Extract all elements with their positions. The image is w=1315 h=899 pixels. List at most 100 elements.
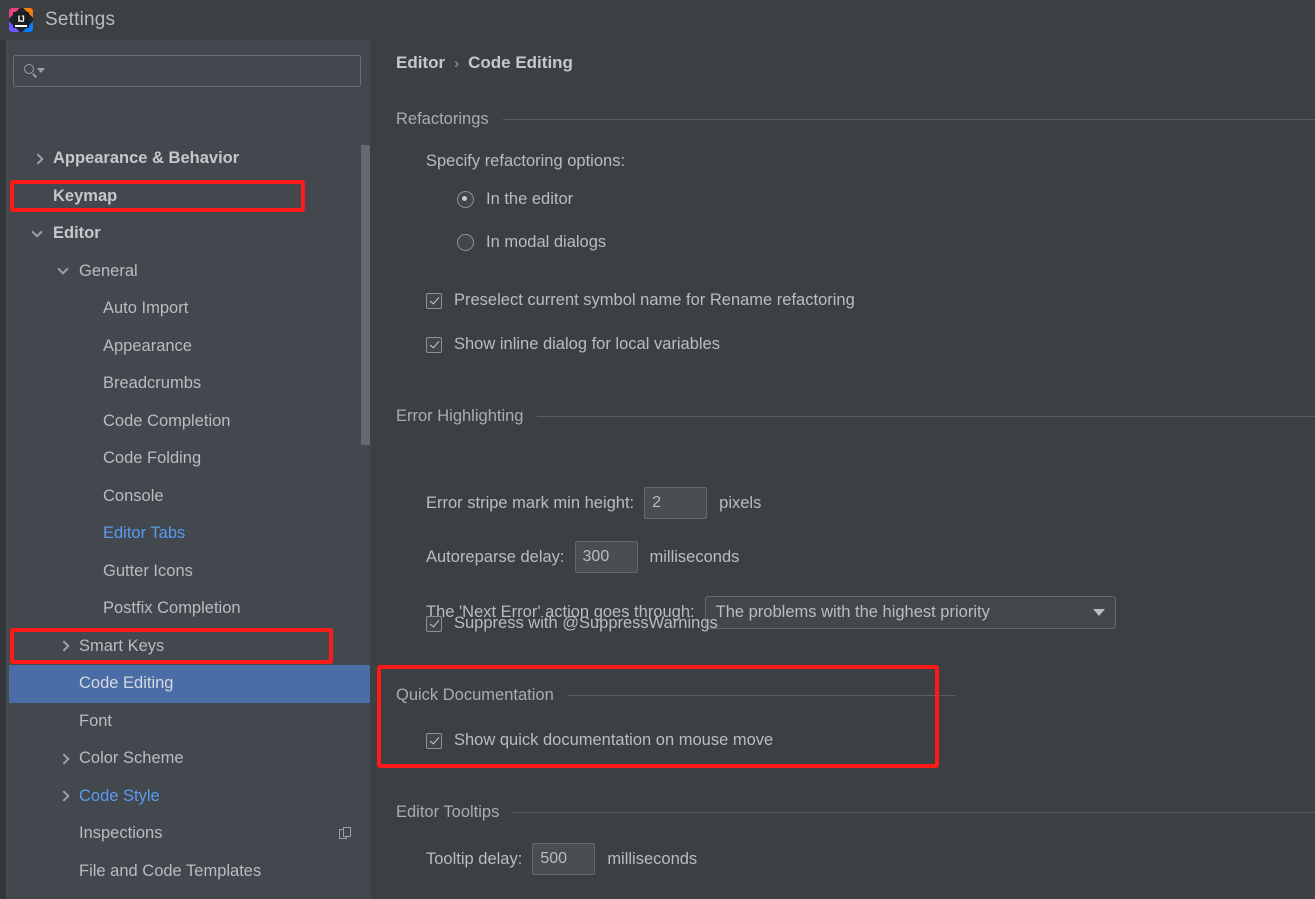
- radio-in-the-editor[interactable]: In the editor: [457, 190, 573, 209]
- sidebar-item-file-encodings[interactable]: File Encodings: [9, 890, 370, 899]
- sidebar-item-label: Font: [79, 711, 113, 730]
- sidebar-item-code-style[interactable]: Code Style: [9, 778, 370, 816]
- sidebar-item-auto-import[interactable]: Auto Import: [9, 290, 370, 328]
- field-label: Autoreparse delay:: [426, 547, 565, 566]
- sidebar-item-label: Color Scheme: [79, 749, 184, 768]
- sidebar-item-general[interactable]: General: [9, 253, 370, 291]
- sidebar-item-label: Keymap: [53, 186, 118, 205]
- chevron-down-icon[interactable]: [57, 264, 71, 278]
- section-title: Error Highlighting: [396, 407, 524, 425]
- sidebar-scrollbar-thumb[interactable]: [361, 145, 370, 445]
- section-title: Quick Documentation: [396, 686, 554, 704]
- checkbox-icon[interactable]: [426, 615, 442, 632]
- chevron-down-icon[interactable]: [1092, 609, 1105, 616]
- settings-tree: Appearance & Behavior Keymap Editor General…: [9, 140, 370, 899]
- field-unit: milliseconds: [649, 547, 740, 566]
- breadcrumb: Editor › Code Editing: [396, 53, 573, 73]
- sidebar-item-inspections[interactable]: Inspections: [9, 815, 370, 853]
- radio-button-icon[interactable]: [457, 191, 474, 208]
- sidebar-item-appearance[interactable]: Appearance: [9, 328, 370, 366]
- sidebar-item-appearance-behavior[interactable]: Appearance & Behavior: [9, 140, 370, 178]
- sidebar-item-smart-keys[interactable]: Smart Keys: [9, 628, 370, 666]
- autoreparse-delay-row: Autoreparse delay: milliseconds: [426, 541, 739, 573]
- chevron-right-icon[interactable]: [57, 752, 71, 766]
- sidebar-item-label: Code Folding: [103, 449, 202, 468]
- search-input[interactable]: [46, 63, 360, 79]
- chevron-right-icon[interactable]: [57, 639, 71, 653]
- sidebar-item-console[interactable]: Console: [9, 478, 370, 516]
- title-bar: IJ Settings: [0, 0, 1315, 40]
- autoreparse-delay-input[interactable]: [574, 541, 638, 573]
- sidebar-item-editor-tabs[interactable]: Editor Tabs: [9, 515, 370, 553]
- breadcrumb-parent[interactable]: Editor: [396, 53, 445, 73]
- checkbox-suppress-warnings[interactable]: Suppress with @SuppressWarnings: [426, 614, 718, 633]
- sidebar-item-label: Breadcrumbs: [103, 374, 202, 393]
- chevron-right-icon[interactable]: [31, 152, 45, 166]
- sidebar-item-label: Code Completion: [103, 411, 231, 430]
- checkbox-label: Show quick documentation on mouse move: [454, 731, 774, 749]
- section-header-error-highlighting: Error Highlighting: [396, 407, 1315, 426]
- checkbox-label: Show inline dialog for local variables: [454, 335, 720, 353]
- dropdown-value: The problems with the highest priority: [715, 603, 990, 621]
- section-header-editor-tooltips: Editor Tooltips: [396, 803, 1315, 822]
- sidebar-item-label: Editor Tabs: [103, 524, 186, 543]
- sidebar-item-gutter-icons[interactable]: Gutter Icons: [9, 553, 370, 591]
- chevron-right-icon[interactable]: [57, 789, 71, 803]
- error-stripe-min-height-row: Error stripe mark min height: pixels: [426, 487, 761, 519]
- sidebar-item-code-editing[interactable]: Code Editing: [9, 665, 370, 703]
- checkbox-label: Preselect current symbol name for Rename…: [454, 291, 855, 309]
- checkbox-icon[interactable]: [426, 292, 442, 309]
- radio-label: In modal dialogs: [486, 233, 607, 251]
- sidebar-item-label: Inspections: [79, 824, 163, 843]
- sidebar-item-keymap[interactable]: Keymap: [9, 178, 370, 216]
- breadcrumb-separator-icon: ›: [454, 54, 460, 72]
- sidebar-item-file-and-code-templates[interactable]: File and Code Templates: [9, 853, 370, 891]
- checkbox-show-inline-dialog[interactable]: Show inline dialog for local variables: [426, 335, 720, 354]
- checkbox-show-quick-documentation[interactable]: Show quick documentation on mouse move: [426, 731, 773, 750]
- field-label: Tooltip delay:: [426, 849, 523, 868]
- section-header-refactorings: Refactorings: [396, 110, 1315, 129]
- error-stripe-min-height-input[interactable]: [644, 487, 708, 519]
- sidebar-item-label: Editor: [53, 224, 101, 243]
- sidebar-item-code-completion[interactable]: Code Completion: [9, 403, 370, 441]
- section-rule: [502, 119, 1315, 120]
- sidebar-item-label: Postfix Completion: [103, 599, 241, 618]
- sidebar-item-font[interactable]: Font: [9, 703, 370, 741]
- next-error-dropdown[interactable]: The problems with the highest priority: [704, 596, 1116, 629]
- copy-icon[interactable]: [339, 826, 353, 841]
- tooltip-delay-row: Tooltip delay: milliseconds: [426, 843, 697, 875]
- tooltip-delay-input[interactable]: [532, 843, 596, 875]
- section-title: Refactorings: [396, 110, 489, 128]
- chevron-down-icon[interactable]: [31, 227, 45, 241]
- sidebar-item-postfix-completion[interactable]: Postfix Completion: [9, 590, 370, 628]
- radio-in-modal-dialogs[interactable]: In modal dialogs: [457, 233, 606, 252]
- sidebar-item-label: General: [79, 261, 138, 280]
- field-unit: pixels: [719, 493, 762, 512]
- radio-button-icon[interactable]: [457, 234, 474, 251]
- sidebar-item-code-folding[interactable]: Code Folding: [9, 440, 370, 478]
- checkbox-icon[interactable]: [426, 336, 442, 353]
- checkbox-icon[interactable]: [426, 732, 442, 749]
- sidebar-item-label: Code Style: [79, 786, 160, 805]
- sidebar-item-label: Appearance & Behavior: [53, 149, 240, 168]
- settings-sidebar: Appearance & Behavior Keymap Editor General…: [9, 40, 370, 899]
- settings-main-panel: Editor › Code Editing Refactorings Speci…: [370, 40, 1315, 899]
- sidebar-item-label: Code Editing: [79, 674, 174, 693]
- sidebar-item-label: File and Code Templates: [79, 861, 262, 880]
- search-field[interactable]: [13, 55, 361, 87]
- sidebar-item-label: Gutter Icons: [103, 561, 193, 580]
- sidebar-item-breadcrumbs[interactable]: Breadcrumbs: [9, 365, 370, 403]
- intellij-idea-logo-icon: IJ: [9, 8, 33, 32]
- window-title: Settings: [45, 9, 116, 30]
- label-text: Specify refactoring options:: [426, 152, 626, 170]
- sidebar-item-color-scheme[interactable]: Color Scheme: [9, 740, 370, 778]
- sidebar-item-label: Auto Import: [103, 299, 189, 318]
- sidebar-item-editor[interactable]: Editor: [9, 215, 370, 253]
- settings-window: IJ Settings Appearance & Behavior Keymap E…: [0, 0, 1315, 899]
- radio-label: In the editor: [486, 190, 574, 208]
- search-icon[interactable]: [24, 63, 46, 79]
- checkbox-preselect-symbol-name[interactable]: Preselect current symbol name for Rename…: [426, 291, 855, 310]
- section-rule: [537, 416, 1315, 417]
- refactoring-options-label: Specify refactoring options:: [426, 152, 625, 171]
- field-label: Error stripe mark min height:: [426, 493, 635, 512]
